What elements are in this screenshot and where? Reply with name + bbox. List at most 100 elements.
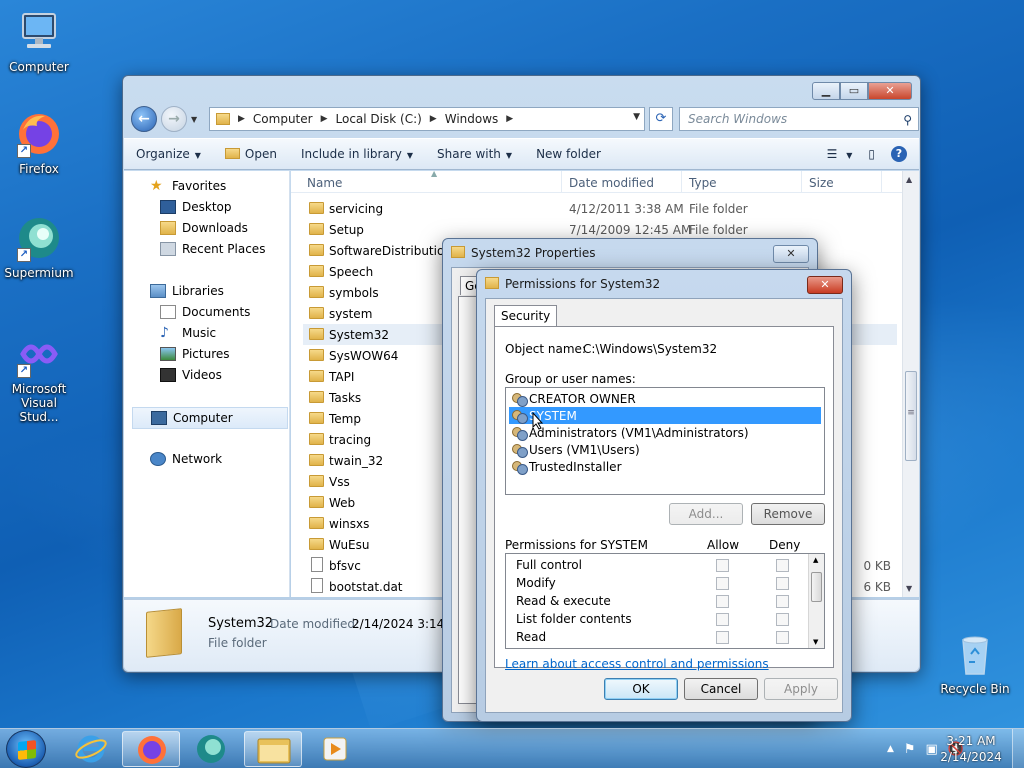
column-name[interactable]: Name [307, 176, 342, 190]
clock[interactable]: 3:21 AM 2/14/2024 [936, 733, 1006, 765]
desktop-icon-label: Recycle Bin [940, 682, 1010, 696]
refresh-button[interactable]: ⟳ [649, 107, 673, 131]
user-list-item[interactable]: Administrators (VM1\Administrators) [509, 424, 821, 441]
properties-close-button[interactable]: ✕ [773, 245, 809, 263]
nav-recent-places[interactable]: Recent Places [160, 242, 265, 256]
include-in-library-button[interactable]: Include in library ▼ [289, 147, 425, 161]
forward-button[interactable]: → [161, 106, 187, 132]
allow-checkbox[interactable] [716, 631, 729, 644]
file-date: 7/14/2009 12:45 AM [569, 222, 692, 237]
permissions-scrollbar[interactable]: ▲ ▼ [808, 554, 824, 648]
desktop-icon-supermium[interactable]: ↗ Supermium [0, 214, 78, 280]
minimize-button[interactable]: ▁ [812, 82, 840, 100]
breadcrumb-computer[interactable]: Computer [253, 112, 313, 126]
help-icon: ? [891, 146, 907, 162]
taskbar-media-player[interactable] [306, 731, 364, 767]
taskbar-firefox[interactable] [122, 731, 180, 767]
breadcrumb-windows[interactable]: Windows [445, 112, 499, 126]
search-input[interactable]: Search Windows ⚲ [679, 107, 919, 131]
show-hidden-icons[interactable]: ▲ [887, 744, 894, 754]
nav-documents[interactable]: Documents [160, 305, 250, 319]
deny-checkbox[interactable] [776, 595, 789, 608]
folder-icon [309, 391, 324, 403]
add-button[interactable]: Add... [669, 503, 743, 525]
sort-ascending-icon: ▲ [431, 169, 438, 178]
allow-checkbox[interactable] [716, 613, 729, 626]
file-row[interactable]: servicing 4/12/2011 3:38 AM File folder [303, 198, 897, 219]
user-list-item[interactable]: TrustedInstaller [509, 458, 821, 475]
user-list-item[interactable]: CREATOR OWNER [509, 390, 821, 407]
deny-checkbox[interactable] [776, 577, 789, 590]
file-size: 6 KB [863, 579, 891, 594]
nav-network[interactable]: Network [150, 452, 222, 466]
share-with-button[interactable]: Share with ▼ [425, 147, 524, 161]
command-bar: Organize ▼ Open Include in library ▼ Share… [124, 138, 919, 170]
file-row[interactable]: Setup 7/14/2009 12:45 AM File folder [303, 219, 897, 240]
user-listbox[interactable]: CREATOR OWNER SYSTEM Administrators (VM1\A… [505, 387, 825, 495]
show-desktop-button[interactable] [1012, 729, 1024, 768]
organize-button[interactable]: Organize ▼ [124, 147, 213, 161]
address-dropdown-icon[interactable]: ▼ [633, 112, 640, 122]
network-icon [150, 452, 166, 466]
deny-checkbox[interactable] [776, 613, 789, 626]
breadcrumb-separator[interactable]: ▶ [430, 114, 437, 124]
folder-icon [309, 370, 324, 382]
deny-checkbox[interactable] [776, 559, 789, 572]
breadcrumb-separator[interactable]: ▶ [321, 114, 328, 124]
taskbar-explorer[interactable] [244, 731, 302, 767]
nav-pictures[interactable]: Pictures [160, 347, 230, 361]
maximize-button[interactable]: ▭ [840, 82, 868, 100]
vertical-scrollbar[interactable]: ▲ ≡ ▼ [902, 171, 919, 597]
start-button[interactable] [6, 730, 46, 768]
user-list-item[interactable]: Users (VM1\Users) [509, 441, 821, 458]
scroll-down-icon[interactable]: ▼ [906, 584, 912, 593]
close-button[interactable]: ✕ [868, 82, 912, 100]
nav-libraries[interactable]: Libraries [150, 284, 224, 298]
column-size[interactable]: Size [809, 176, 834, 190]
column-type[interactable]: Type [689, 176, 717, 190]
action-center-flag-icon[interactable]: ⚑ [904, 742, 916, 757]
desktop-icon-recycle-bin[interactable]: Recycle Bin [936, 630, 1014, 696]
nav-videos[interactable]: Videos [160, 368, 222, 382]
open-button[interactable]: Open [213, 147, 289, 161]
ok-button[interactable]: OK [604, 678, 678, 700]
learn-more-link[interactable]: Learn about access control and permissio… [505, 657, 769, 671]
scroll-thumb[interactable]: ≡ [905, 371, 917, 461]
desktop-icon-visual-studio[interactable]: ↗ Microsoft Visual Stud... [0, 330, 78, 424]
breadcrumb-local-disk[interactable]: Local Disk (C:) [336, 112, 422, 126]
nav-desktop[interactable]: Desktop [160, 200, 232, 214]
breadcrumb-separator[interactable]: ▶ [506, 114, 513, 124]
scroll-thumb[interactable] [811, 572, 822, 602]
remove-button[interactable]: Remove [751, 503, 825, 525]
scroll-down-icon[interactable]: ▼ [813, 638, 818, 646]
desktop-icon-firefox[interactable]: ↗ Firefox [0, 110, 78, 176]
desktop-icon-computer[interactable]: Computer [0, 8, 78, 74]
taskbar-ie[interactable] [62, 731, 120, 767]
view-options-button[interactable]: ☰ ▼ [819, 147, 861, 161]
help-button[interactable]: ? [883, 146, 919, 162]
address-bar[interactable]: ▶ Computer ▶ Local Disk (C:) ▶ Windows ▶… [209, 107, 645, 131]
nav-computer[interactable]: Computer [132, 407, 288, 429]
nav-favorites[interactable]: ★ Favorites [150, 179, 226, 193]
taskbar-supermium[interactable] [182, 731, 240, 767]
nav-downloads[interactable]: Downloads [160, 221, 248, 235]
allow-checkbox[interactable] [716, 559, 729, 572]
new-folder-button[interactable]: New folder [524, 147, 613, 161]
scroll-up-icon[interactable]: ▲ [813, 556, 818, 564]
user-list-item[interactable]: SYSTEM [509, 407, 821, 424]
deny-checkbox[interactable] [776, 631, 789, 644]
apply-button[interactable]: Apply [764, 678, 838, 700]
cancel-button[interactable]: Cancel [684, 678, 758, 700]
column-date[interactable]: Date modified [569, 176, 654, 190]
allow-checkbox[interactable] [716, 595, 729, 608]
preview-pane-button[interactable]: ▯ [860, 147, 883, 161]
tab-security[interactable]: Security [494, 305, 558, 326]
scroll-up-icon[interactable]: ▲ [906, 175, 912, 184]
recent-pages-dropdown[interactable]: ▼ [191, 115, 197, 124]
nav-music[interactable]: ♪ Music [160, 326, 216, 340]
file-name: WuEsu [329, 537, 370, 552]
permissions-close-button[interactable]: ✕ [807, 276, 843, 294]
allow-checkbox[interactable] [716, 577, 729, 590]
object-name-label: Object name: [505, 342, 586, 356]
back-button[interactable]: ← [131, 106, 157, 132]
